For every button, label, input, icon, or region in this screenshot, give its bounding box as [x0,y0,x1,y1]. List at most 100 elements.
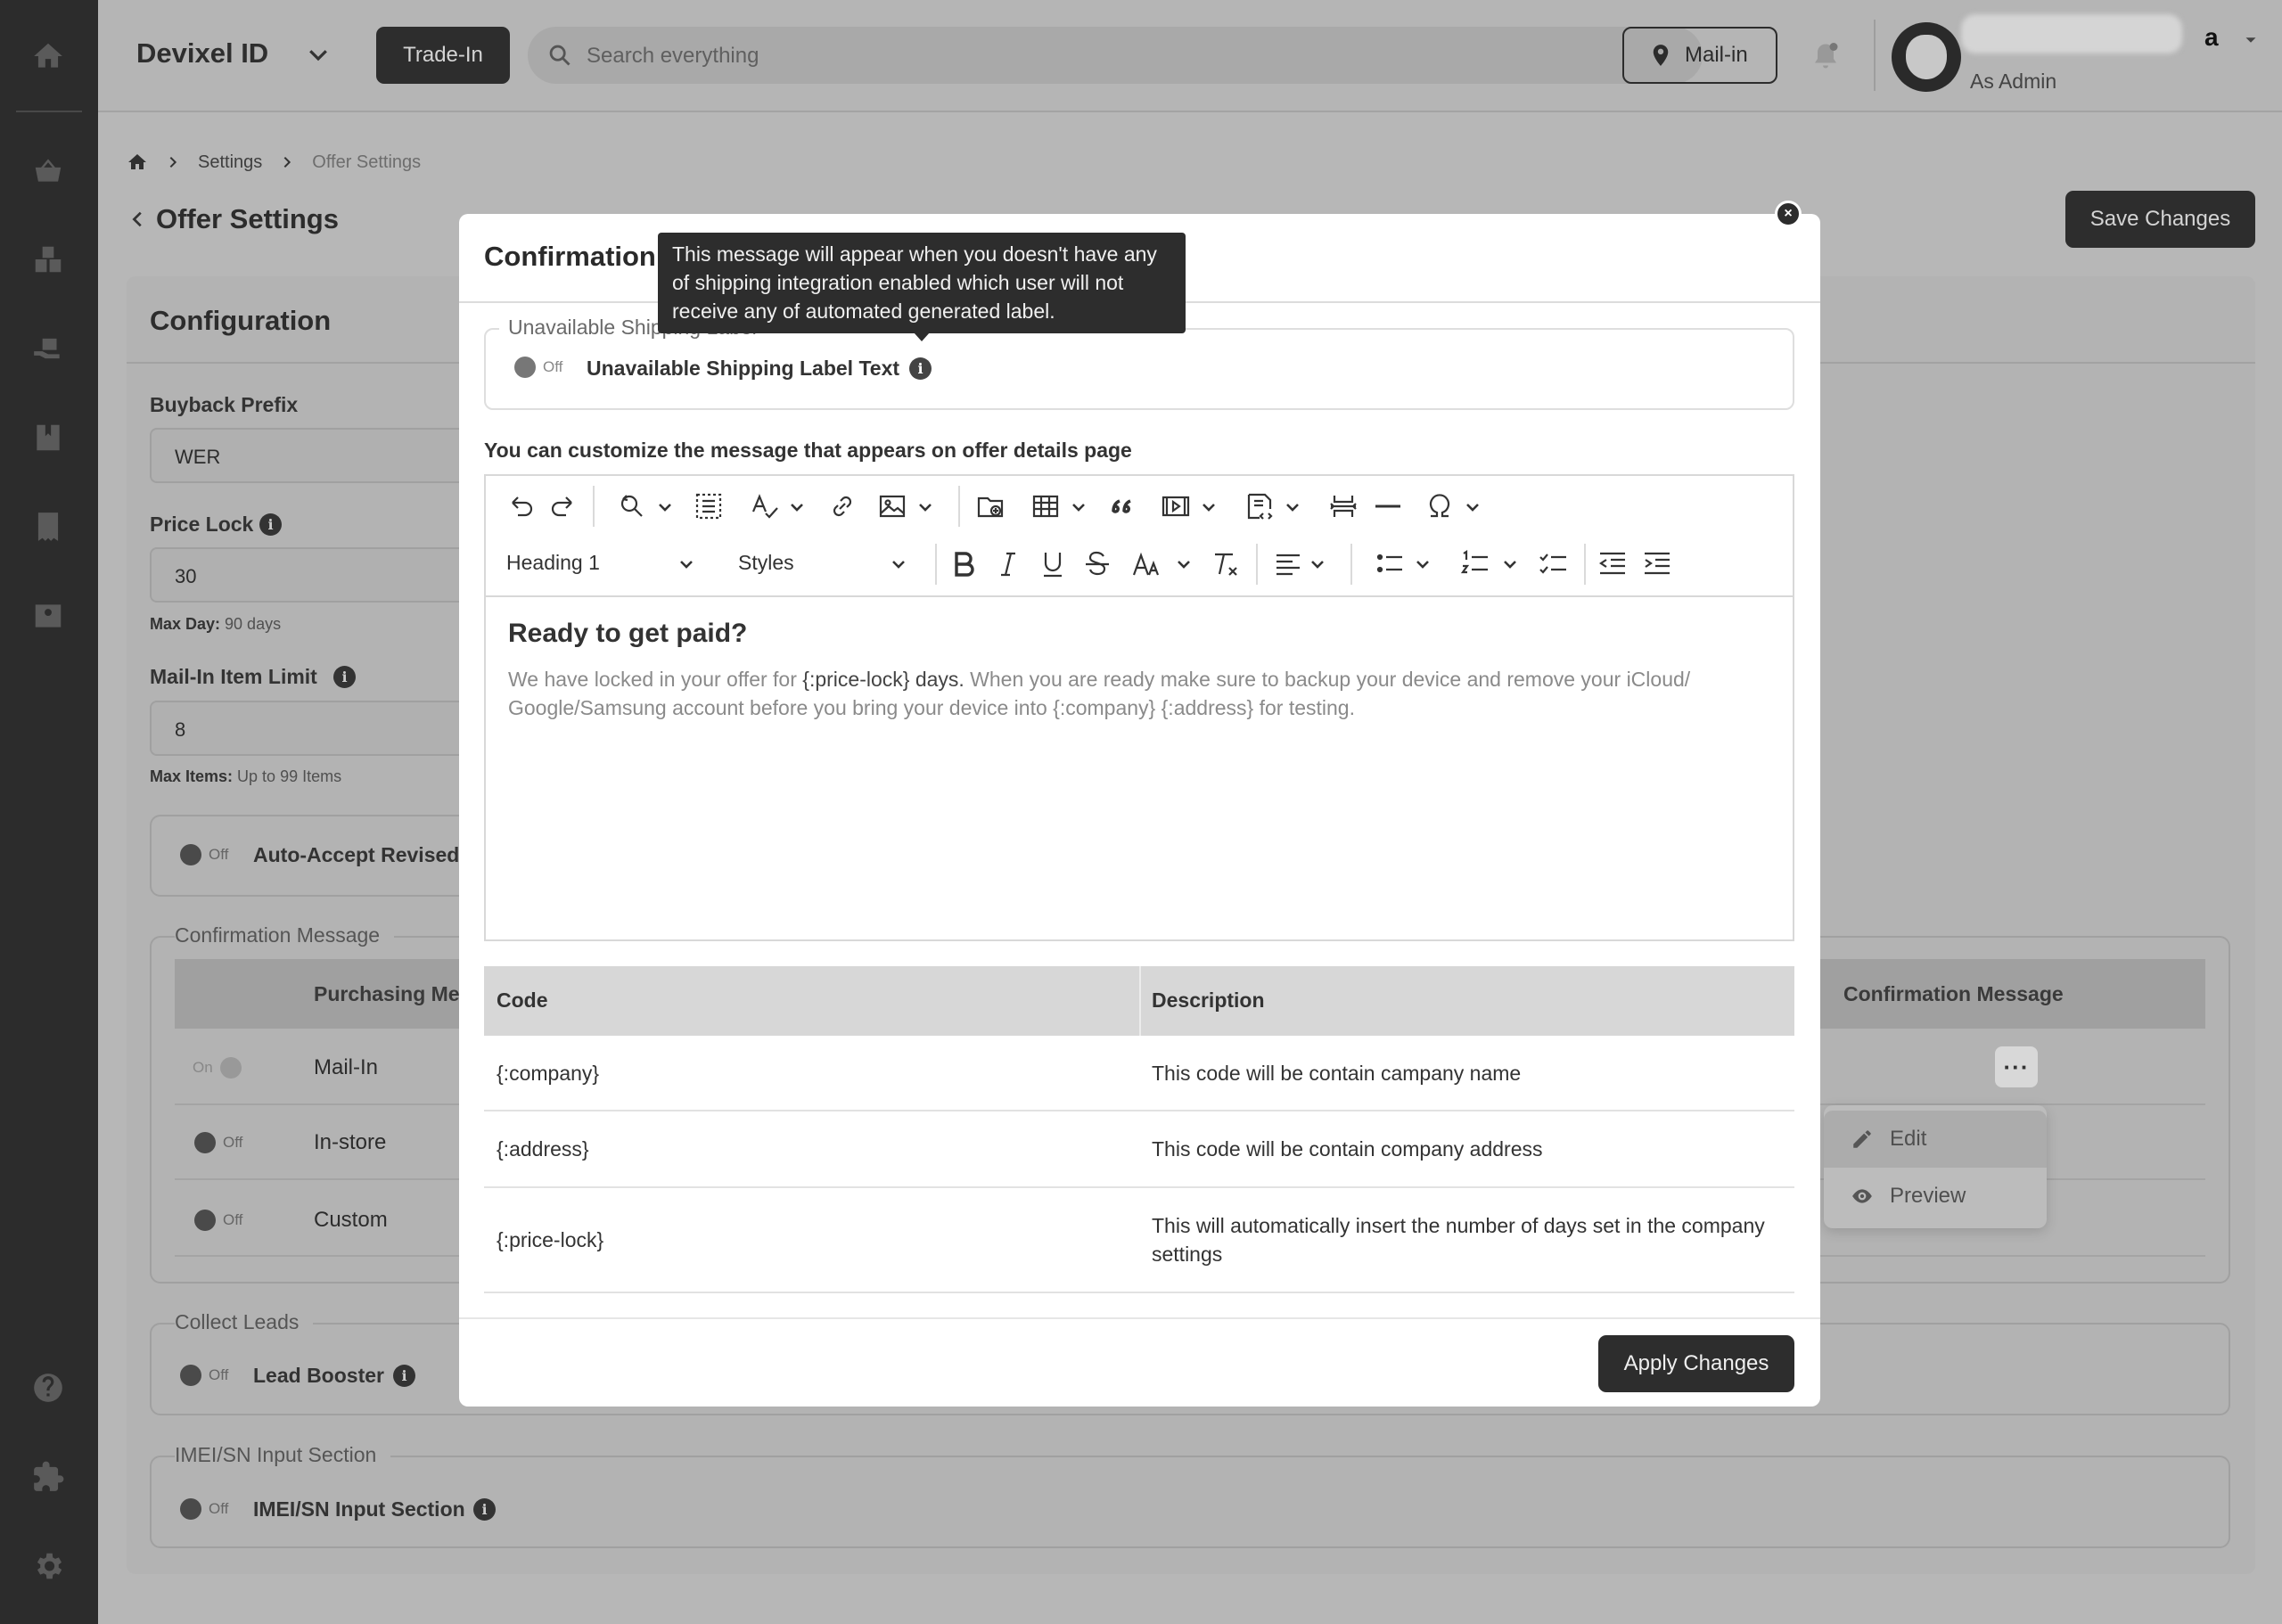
chevron-down-icon[interactable] [1201,499,1217,515]
confirmation-message-legend: Confirmation Message [175,923,395,947]
bulleted-list-icon[interactable] [1374,548,1406,580]
chevron-down-icon[interactable] [789,499,805,515]
bold-icon[interactable] [948,548,980,580]
back-chevron-icon[interactable] [128,209,148,230]
user-menu-caret-icon[interactable] [2241,30,2261,50]
codes-row-divider [484,1292,1794,1293]
custom-toggle[interactable]: Off [194,1210,242,1231]
mail-in-button[interactable]: Mail-in [1622,27,1777,84]
table-icon[interactable] [1030,490,1062,522]
unavailable-shipping-label: Unavailable Shipping Label Text [587,357,900,380]
basket-icon[interactable] [29,152,67,189]
chevron-down-icon[interactable] [1176,556,1192,572]
price-lock-input[interactable]: 30 [150,547,488,603]
settings-gear-icon[interactable] [29,1547,67,1585]
eye-icon [1852,1189,1872,1203]
chevron-down-icon[interactable] [891,556,907,572]
top-header: Devixel ID Trade-In Search everything Ma… [98,0,2282,112]
todo-list-icon[interactable] [1538,548,1570,580]
page-break-icon[interactable] [1327,490,1359,522]
info-icon[interactable]: i [259,513,282,536]
truck-hand-icon[interactable] [29,330,67,367]
link-icon[interactable] [826,490,858,522]
boxes-icon[interactable] [29,241,67,278]
info-icon[interactable]: i [909,357,932,380]
row-actions-button[interactable]: ··· [1995,1046,2038,1087]
puzzle-icon[interactable] [29,1458,67,1496]
undo-icon[interactable] [504,490,536,522]
apply-changes-button[interactable]: Apply Changes [1598,1335,1794,1392]
info-icon[interactable]: i [333,666,356,688]
mail-in-toggle[interactable]: On [193,1057,242,1079]
chevron-down-icon[interactable] [1285,499,1301,515]
user-name: a [2204,23,2219,51]
buyback-prefix-input[interactable]: WER [150,428,488,483]
imei-toggle[interactable]: Off [180,1498,228,1520]
info-icon[interactable]: i [473,1498,496,1521]
chevron-down-icon[interactable] [1502,556,1518,572]
receipt-icon[interactable] [29,508,67,545]
special-characters-icon[interactable] [1424,490,1456,522]
numbered-list-icon[interactable] [1459,548,1491,580]
auto-accept-toggle[interactable]: Off [180,844,228,865]
breadcrumb-settings[interactable]: Settings [198,152,262,173]
font-size-icon[interactable] [1131,548,1163,580]
lead-booster-toggle[interactable]: Off [180,1365,228,1386]
chevron-right-icon [169,156,177,168]
unavailable-shipping-toggle[interactable]: Off [514,357,562,378]
chevron-down-icon[interactable] [678,556,694,572]
source-code-icon[interactable] [1244,490,1276,522]
in-store-toggle[interactable]: Off [194,1132,242,1153]
select-all-icon[interactable] [693,490,725,522]
spellcheck-icon[interactable] [748,490,780,522]
chevron-down-icon[interactable] [657,499,673,515]
contact-card-icon[interactable] [29,597,67,635]
modal-close-button[interactable]: × [1775,201,1802,227]
search-input[interactable]: Search everything [528,27,1703,84]
image-icon[interactable] [876,490,908,522]
col-purchasing-method: Purchasing Me [314,982,460,1005]
editor-heading[interactable]: Ready to get paid? [508,619,747,649]
chevron-down-icon[interactable] [1071,499,1087,515]
save-changes-button[interactable]: Save Changes [2065,191,2255,248]
price-lock-hint: Max Day: 90 days [150,615,282,633]
chevron-down-icon[interactable] [1309,556,1326,572]
editor-paragraph[interactable]: We have locked in your offer for {:price… [508,665,1774,722]
clear-formatting-icon[interactable] [1210,548,1242,580]
redo-icon[interactable] [548,490,580,522]
insert-folder-icon[interactable] [974,490,1006,522]
horizontal-line-icon[interactable] [1372,490,1404,522]
chevron-down-icon[interactable] [305,41,332,68]
mailin-limit-input[interactable]: 8 [150,701,488,756]
chevron-right-icon [283,156,291,168]
heading-select[interactable]: Heading 1 [506,551,600,575]
italic-icon[interactable] [992,548,1024,580]
home-icon[interactable] [29,37,67,75]
indent-icon[interactable] [1641,548,1673,580]
chevron-down-icon[interactable] [1465,499,1481,515]
underline-icon[interactable] [1037,548,1069,580]
trade-in-button[interactable]: Trade-In [376,27,510,84]
book-icon[interactable] [29,419,67,456]
editor-toolbar-row-2: Heading 1 Styles [486,535,1793,595]
chevron-down-icon[interactable] [1415,556,1431,572]
mailin-limit-label: Mail-In Item Limit [150,665,317,688]
strikethrough-icon[interactable] [1081,548,1113,580]
find-replace-icon[interactable] [616,490,648,522]
info-icon[interactable]: i [393,1365,415,1387]
collect-leads-legend: Collect Leads [175,1310,314,1334]
mail-in-label: Mail-in [1685,43,1748,67]
description-cell: This code will be contain campany name [1152,1062,1522,1085]
menu-item-edit[interactable]: Edit [1824,1111,2047,1168]
media-embed-icon[interactable] [1160,490,1192,522]
menu-item-preview[interactable]: Preview [1824,1168,2047,1225]
avatar[interactable] [1892,22,1961,92]
home-icon[interactable] [127,152,148,173]
align-left-icon[interactable] [1272,548,1304,580]
help-icon[interactable] [29,1369,67,1407]
chevron-down-icon[interactable] [917,499,933,515]
styles-select[interactable]: Styles [738,551,794,575]
blockquote-icon[interactable] [1106,490,1138,522]
outdent-icon[interactable] [1597,548,1629,580]
notification-bell-icon[interactable] [1810,39,1842,73]
